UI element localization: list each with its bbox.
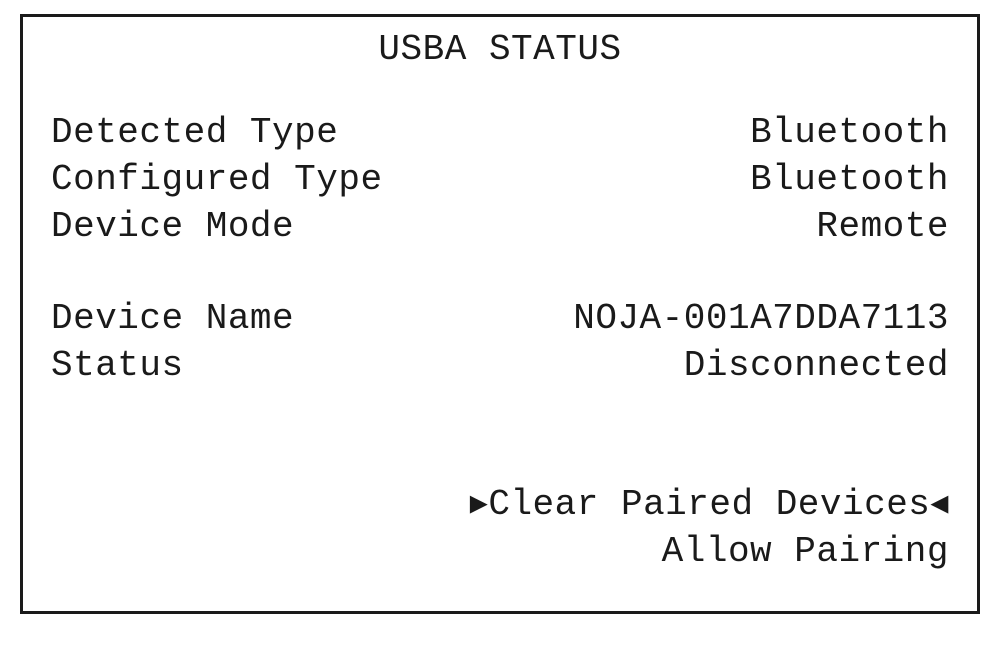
label-detected-type: Detected Type	[51, 110, 338, 157]
usba-status-panel: USBA STATUS Detected Type Bluetooth Conf…	[20, 14, 980, 614]
menu-item-allow-pairing-label: Allow Pairing	[662, 531, 949, 572]
page-title: USBA STATUS	[51, 29, 949, 70]
selection-left-icon: ▸	[470, 482, 489, 529]
label-status: Status	[51, 343, 184, 390]
spacer	[51, 250, 949, 296]
label-device-name: Device Name	[51, 296, 294, 343]
action-menu: ▸Clear Paired Devices◂ Allow Pairing	[51, 482, 949, 576]
label-configured-type: Configured Type	[51, 157, 383, 204]
label-device-mode: Device Mode	[51, 204, 294, 251]
menu-item-allow-pairing[interactable]: Allow Pairing	[51, 529, 949, 576]
row-detected-type: Detected Type Bluetooth	[51, 110, 949, 157]
row-status: Status Disconnected	[51, 343, 949, 390]
menu-item-clear-paired[interactable]: ▸Clear Paired Devices◂	[51, 482, 949, 529]
selection-right-icon: ◂	[930, 482, 949, 529]
value-status: Disconnected	[684, 343, 949, 390]
spacer-large	[51, 390, 949, 482]
value-configured-type: Bluetooth	[750, 157, 949, 204]
value-device-mode: Remote	[816, 204, 949, 251]
value-device-name: NOJA-001A7DDA7113	[573, 296, 949, 343]
row-device-name: Device Name NOJA-001A7DDA7113	[51, 296, 949, 343]
value-detected-type: Bluetooth	[750, 110, 949, 157]
menu-item-clear-paired-label: Clear Paired Devices	[488, 484, 930, 525]
row-device-mode: Device Mode Remote	[51, 204, 949, 251]
row-configured-type: Configured Type Bluetooth	[51, 157, 949, 204]
